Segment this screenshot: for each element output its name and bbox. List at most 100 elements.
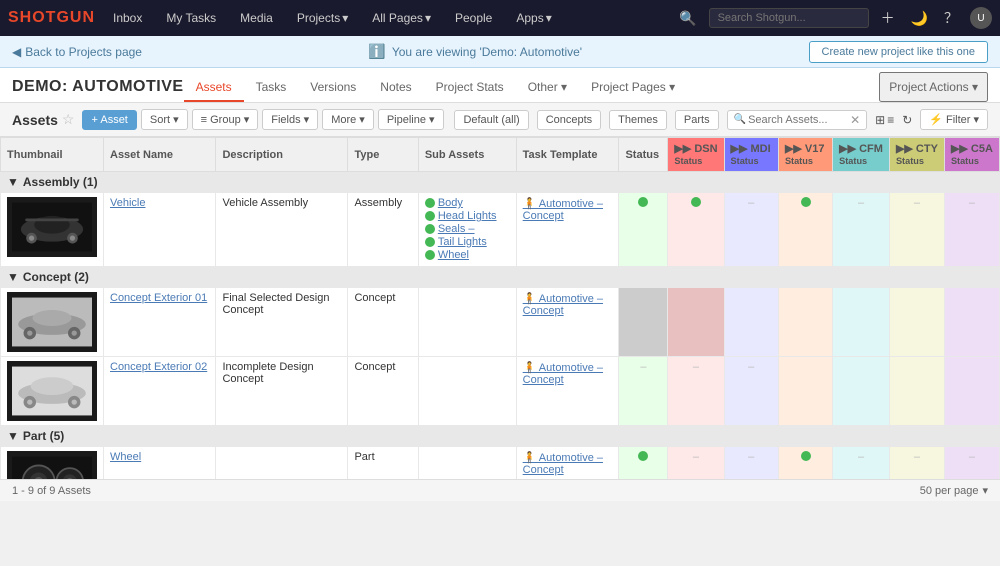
tab-other[interactable]: Other ▾: [516, 74, 579, 102]
group-collapse-icon-concept[interactable]: ▼: [7, 270, 19, 284]
concept02-link[interactable]: Concept Exterior 02: [110, 361, 207, 373]
list-view-icon[interactable]: ≡: [887, 113, 894, 127]
v17-dot-vehicle: [801, 197, 811, 207]
assets-section-title: Assets ☆: [12, 111, 74, 128]
asset-type-wheel: Part: [348, 447, 418, 480]
add-icon[interactable]: ＋: [877, 6, 899, 30]
info-icon: ℹ️: [368, 43, 385, 60]
car-image-concept02: [12, 366, 92, 416]
dsn-concept02: –: [668, 357, 724, 426]
asset-thumbnail-concept02: [1, 357, 104, 426]
template-link-concept02[interactable]: 🧍 Automotive – Concept: [523, 362, 603, 386]
pipeline-button[interactable]: Pipeline ▾: [378, 109, 444, 130]
concepts-view-button[interactable]: Concepts: [537, 110, 601, 130]
sub-taillights-link[interactable]: Tail Lights: [438, 236, 487, 248]
nav-projects[interactable]: Projects ▾: [291, 7, 354, 29]
table-row: Concept Exterior 01 Final Selected Desig…: [1, 288, 1000, 357]
asset-template-concept01: 🧍 Automotive – Concept: [516, 288, 619, 357]
asset-sub-assets-vehicle: Body Head Lights Seals – Tail Lights Whe…: [418, 193, 516, 267]
create-project-button[interactable]: Create new project like this one: [809, 41, 988, 63]
tab-notes[interactable]: Notes: [368, 74, 423, 102]
assets-toolbar: Assets ☆ + Asset Sort ▾ ≡ Group ▾ Fields…: [0, 103, 1000, 137]
concept01-link[interactable]: Concept Exterior 01: [110, 292, 207, 304]
wheel-link[interactable]: Wheel: [110, 451, 141, 463]
nav-people[interactable]: People: [449, 7, 498, 29]
col-header-type[interactable]: Type: [348, 138, 418, 172]
col-header-sub-assets[interactable]: Sub Assets: [418, 138, 516, 172]
top-navigation: SHOTGUN Inbox My Tasks Media Projects ▾ …: [0, 0, 1000, 36]
c5a-concept01: [944, 288, 999, 357]
themes-view-button[interactable]: Themes: [609, 110, 667, 130]
user-avatar[interactable]: U: [970, 7, 992, 29]
search-assets-icon: 🔍: [734, 114, 746, 125]
favorite-star-button[interactable]: ☆: [62, 111, 75, 128]
asset-name-concept02: Concept Exterior 02: [104, 357, 216, 426]
group-collapse-icon-part[interactable]: ▼: [7, 429, 19, 443]
global-search-input[interactable]: [709, 8, 869, 28]
status-vehicle: [619, 193, 668, 267]
nav-media[interactable]: Media: [234, 7, 279, 29]
col-header-v17[interactable]: ▶▶ V17Status: [778, 138, 832, 172]
asset-template-wheel: 🧍 Automotive – Concept: [516, 447, 619, 480]
sub-wheel-link[interactable]: Wheel: [438, 249, 469, 261]
col-header-asset-name[interactable]: Asset Name: [104, 138, 216, 172]
search-assets-input[interactable]: [748, 114, 848, 126]
asset-description-vehicle: Vehicle Assembly: [216, 193, 348, 267]
col-header-status[interactable]: Status: [619, 138, 668, 172]
default-all-view-button[interactable]: Default (all): [454, 110, 528, 130]
template-link-wheel[interactable]: 🧍 Automotive – Concept: [523, 452, 603, 476]
template-link-concept01[interactable]: 🧍 Automotive – Concept: [523, 293, 603, 317]
parts-view-button[interactable]: Parts: [675, 110, 719, 130]
moon-icon[interactable]: 🌙: [907, 8, 932, 29]
col-header-cty[interactable]: ▶▶ CTYStatus: [889, 138, 944, 172]
col-header-description[interactable]: Description: [216, 138, 348, 172]
fields-button[interactable]: Fields ▾: [262, 109, 318, 130]
nav-my-tasks[interactable]: My Tasks: [160, 7, 222, 29]
add-asset-button[interactable]: + Asset: [82, 110, 136, 130]
sub-headlights-link[interactable]: Head Lights: [438, 210, 497, 222]
asset-type-vehicle: Assembly: [348, 193, 418, 267]
per-page-selector[interactable]: 50 per page ▾: [920, 484, 988, 497]
c5a-concept02: [944, 357, 999, 426]
nav-inbox[interactable]: Inbox: [107, 7, 148, 29]
tab-tasks[interactable]: Tasks: [244, 74, 299, 102]
vehicle-link[interactable]: Vehicle: [110, 197, 145, 209]
nav-apps[interactable]: Apps ▾: [510, 7, 557, 29]
nav-all-pages[interactable]: All Pages ▾: [366, 7, 437, 29]
back-to-projects-link[interactable]: ◀ Back to Projects page: [12, 45, 142, 59]
tab-project-pages[interactable]: Project Pages ▾: [579, 74, 687, 102]
sub-status-headlights: [425, 211, 435, 221]
search-icon[interactable]: 🔍: [675, 8, 700, 29]
asset-template-vehicle: 🧍 Automotive – Concept: [516, 193, 619, 267]
thumbnail-concept01: [7, 292, 97, 352]
more-button[interactable]: More ▾: [322, 109, 374, 130]
refresh-icon[interactable]: ↻: [902, 113, 912, 127]
mdi-concept02: –: [724, 357, 778, 426]
info-bar: ◀ Back to Projects page ℹ️ You are viewi…: [0, 36, 1000, 68]
group-collapse-icon[interactable]: ▼: [7, 175, 19, 189]
col-header-c5a[interactable]: ▶▶ C5AStatus: [944, 138, 999, 172]
col-header-mdi[interactable]: ▶▶ MDIStatus: [724, 138, 778, 172]
filter-button[interactable]: ⚡ Filter ▾: [920, 109, 988, 130]
dsn-concept01: [668, 288, 724, 357]
v17-wheel: [778, 447, 832, 480]
template-link-vehicle[interactable]: 🧍 Automotive – Concept: [523, 198, 603, 222]
col-header-dsn[interactable]: ▶▶ DSNStatus: [668, 138, 724, 172]
col-header-cfm[interactable]: ▶▶ CFMStatus: [833, 138, 890, 172]
help-icon[interactable]: ？: [940, 6, 962, 30]
tab-project-stats[interactable]: Project Stats: [424, 74, 516, 102]
tab-versions[interactable]: Versions: [298, 74, 368, 102]
col-header-task-template[interactable]: Task Template: [516, 138, 619, 172]
group-row-part: ▼ Part (5): [1, 426, 1000, 447]
group-button[interactable]: ≡ Group ▾: [192, 109, 259, 130]
sub-seals-link[interactable]: Seals –: [438, 223, 475, 235]
tab-assets[interactable]: Assets: [184, 74, 244, 102]
per-page-dropdown-icon[interactable]: ▾: [982, 484, 988, 497]
project-actions-button[interactable]: Project Actions ▾: [879, 72, 988, 102]
grid-view-icon[interactable]: ⊞: [875, 113, 885, 127]
sort-button[interactable]: Sort ▾: [141, 109, 188, 130]
asset-description-wheel: [216, 447, 348, 480]
asset-thumbnail: [1, 193, 104, 267]
clear-search-icon[interactable]: ✕: [850, 113, 860, 127]
sub-body-link[interactable]: Body: [438, 197, 463, 209]
